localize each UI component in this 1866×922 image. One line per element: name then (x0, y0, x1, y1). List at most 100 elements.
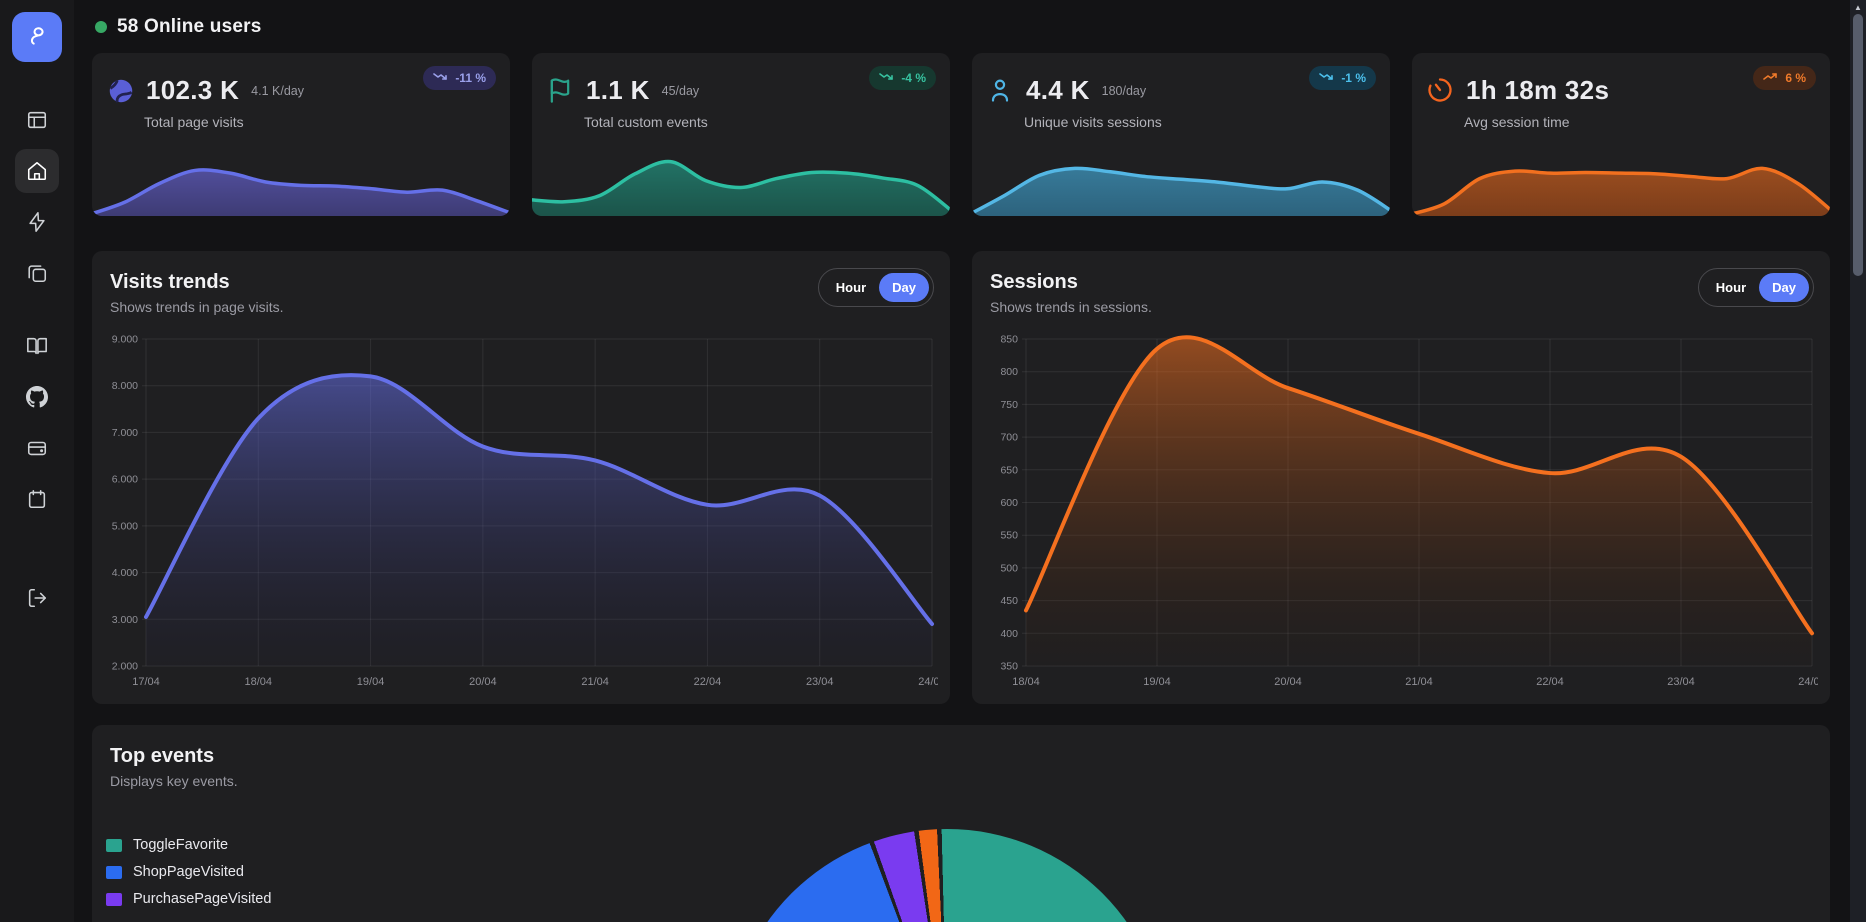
svg-text:22/04: 22/04 (694, 676, 722, 688)
top-events-card: Top events Displays key events. ToggleFa… (92, 725, 1830, 922)
trend-down-icon (1319, 71, 1335, 85)
online-users-header: 58 Online users (95, 16, 1830, 38)
stat-per-day: 4.1 K/day (251, 84, 304, 98)
sidebar-item-billing[interactable] (15, 426, 59, 470)
sidebar (0, 0, 74, 922)
legend-swatch (106, 866, 122, 879)
stat-per-day: 180/day (1102, 84, 1146, 98)
toggle-day-button[interactable]: Day (879, 273, 929, 302)
sidebar-item-panels[interactable] (15, 98, 59, 142)
sidebar-item-logout[interactable] (15, 576, 59, 620)
svg-text:450: 450 (1000, 595, 1018, 607)
stat-per-day: 45/day (662, 84, 700, 98)
svg-text:22/04: 22/04 (1536, 676, 1564, 688)
stat-label: Avg session time (1412, 106, 1830, 130)
sidebar-item-home[interactable] (15, 149, 59, 193)
svg-text:23/04: 23/04 (1667, 676, 1695, 688)
github-icon (26, 386, 48, 408)
trend-down-icon (879, 71, 895, 85)
sidebar-item-github[interactable] (15, 375, 59, 419)
svg-text:19/04: 19/04 (1143, 676, 1171, 688)
svg-text:400: 400 (1000, 628, 1018, 640)
home-icon (26, 160, 48, 182)
sessions-area-chart: 85080075070065060055050045040035018/0419… (988, 331, 1818, 694)
toggle-hour-button[interactable]: Hour (1703, 273, 1759, 302)
trend-up-icon (1763, 71, 1779, 85)
scroll-up-icon[interactable]: ▲ (1850, 3, 1866, 12)
svg-text:20/04: 20/04 (1274, 676, 1302, 688)
legend-item-purchasepagevisited: PurchasePageVisited (106, 891, 271, 907)
timer-icon (1426, 76, 1456, 106)
visits-area-chart: 9.0008.0007.0006.0005.0004.0003.0002.000… (108, 331, 938, 694)
main-content: 58 Online users -11 % 102.3 K (92, 0, 1830, 922)
svg-text:19/04: 19/04 (357, 676, 385, 688)
svg-text:4.000: 4.000 (112, 567, 138, 579)
analytics-dashboard: 58 Online users -11 % 102.3 K (0, 0, 1866, 922)
svg-text:850: 850 (1000, 334, 1018, 346)
svg-text:18/04: 18/04 (245, 676, 273, 688)
sidebar-item-docs[interactable] (15, 324, 59, 368)
stat-label: Total custom events (532, 106, 950, 130)
trend-down-icon (433, 71, 449, 85)
app-logo[interactable] (12, 12, 62, 62)
stat-label: Total page visits (92, 106, 510, 130)
stat-label: Unique visits sessions (972, 106, 1390, 130)
globe-icon (106, 76, 136, 106)
svg-text:7.000: 7.000 (112, 427, 138, 439)
svg-text:17/04: 17/04 (132, 676, 160, 688)
sidebar-item-events[interactable] (15, 200, 59, 244)
svg-text:5.000: 5.000 (112, 520, 138, 532)
pie-chart (727, 829, 1167, 922)
scrollbar-thumb[interactable] (1853, 14, 1863, 276)
svg-text:9.000: 9.000 (112, 334, 138, 346)
sidebar-item-copy[interactable] (15, 251, 59, 295)
svg-text:600: 600 (1000, 497, 1018, 509)
panels-icon (26, 109, 48, 131)
sparkline-chart (1412, 148, 1830, 216)
svg-text:3.000: 3.000 (112, 614, 138, 626)
svg-text:21/04: 21/04 (581, 676, 609, 688)
stat-card-session-time: 6 % 1h 18m 32s Avg session time (1412, 53, 1830, 216)
svg-text:2.000: 2.000 (112, 661, 138, 673)
legend-item-togglefavorite: ToggleFavorite (106, 837, 271, 853)
svg-text:800: 800 (1000, 366, 1018, 378)
svg-text:24/04: 24/04 (1798, 676, 1818, 688)
visits-trends-card: Visits trends Shows trends in page visit… (92, 251, 950, 704)
stat-value: 1h 18m 32s (1466, 75, 1609, 106)
sidebar-item-calendar[interactable] (15, 477, 59, 521)
svg-text:350: 350 (1000, 661, 1018, 673)
toggle-hour-button[interactable]: Hour (823, 273, 879, 302)
trend-badge: -4 % (869, 66, 936, 90)
stat-value: 102.3 K (146, 75, 239, 106)
svg-text:18/04: 18/04 (1012, 676, 1040, 688)
toggle-day-button[interactable]: Day (1759, 273, 1809, 302)
online-users-count: 58 Online users (117, 16, 262, 38)
legend-swatch (106, 839, 122, 852)
legend-swatch (106, 893, 122, 906)
stat-card-unique-sessions: -1 % 4.4 K 180/day Unique visits session… (972, 53, 1390, 216)
svg-text:700: 700 (1000, 432, 1018, 444)
stat-card-custom-events: -4 % 1.1 K 45/day Total custom events (532, 53, 950, 216)
sparkline-chart (532, 148, 950, 216)
sparkline-chart (972, 148, 1390, 216)
book-icon (26, 335, 48, 357)
svg-text:500: 500 (1000, 562, 1018, 574)
sparkline-chart (92, 148, 510, 216)
svg-text:24/04: 24/04 (918, 676, 938, 688)
charts-row: Visits trends Shows trends in page visit… (92, 251, 1830, 704)
logo-wave-icon (24, 22, 50, 53)
trend-badge: -11 % (423, 66, 496, 90)
flag-icon (546, 76, 576, 106)
pie-legend: ToggleFavorite ShopPageVisited PurchaseP… (106, 837, 271, 907)
trend-badge: -1 % (1309, 66, 1376, 90)
svg-text:23/04: 23/04 (806, 676, 834, 688)
svg-text:550: 550 (1000, 530, 1018, 542)
stat-value: 4.4 K (1026, 75, 1090, 106)
sidebar-nav (15, 98, 59, 620)
svg-text:8.000: 8.000 (112, 380, 138, 392)
logout-icon (26, 587, 48, 609)
svg-text:750: 750 (1000, 399, 1018, 411)
legend-item-shoppagevisited: ShopPageVisited (106, 864, 271, 880)
online-status-dot (95, 21, 107, 33)
top-events-title: Top events (92, 725, 1830, 768)
